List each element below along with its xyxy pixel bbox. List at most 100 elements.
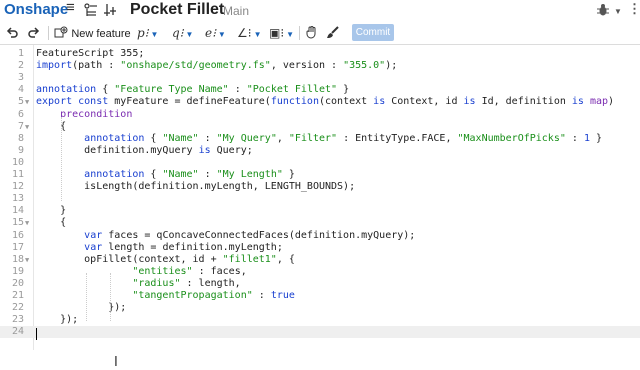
code-token: FeatureScript 355; (36, 48, 145, 59)
code-token: annotation (36, 84, 97, 96)
onshape-logo[interactable]: Onshape (4, 1, 68, 18)
code-token: "My Query" (216, 132, 277, 144)
insert-query-dropdown[interactable]: q⁝ ▼ (172, 26, 193, 42)
code-text: definition.myQuery is Query; (36, 145, 253, 157)
code-line[interactable]: 23 }); (0, 314, 640, 326)
text-cursor (36, 328, 37, 340)
code-line[interactable]: 2 import(path : "onshape/std/geometry.fs"… (0, 60, 640, 72)
chevron-down-icon[interactable]: ▼ (614, 7, 622, 16)
line-number: 1 (17, 48, 24, 59)
code-token: } (337, 84, 350, 96)
code-editor[interactable]: 1 FeatureScript 355; 2 import(path : "onsha… (0, 45, 640, 370)
code-line[interactable]: 18 ▼ opFillet(context, id + "fillet1", { (0, 254, 640, 266)
ibeam-cursor-icon: I (114, 355, 118, 370)
brush-icon[interactable] (326, 26, 339, 42)
code-line[interactable]: 19 "entities" : faces, (0, 266, 640, 278)
insert-evaluate-dropdown[interactable]: e⁝ ▼ (205, 26, 226, 42)
toolbar-divider (299, 26, 300, 40)
code-token: { (144, 169, 163, 180)
line-number: 13 (11, 193, 24, 205)
redo-icon[interactable] (28, 26, 40, 41)
code-text: annotation { "Name" : "My Query", "Filte… (36, 133, 602, 145)
code-line[interactable]: 17 var length = definition.myLength; (0, 242, 640, 254)
fold-arrow-icon[interactable]: ▼ (25, 121, 29, 133)
branch-label[interactable]: Main (223, 4, 249, 18)
code-token: "My Length" (216, 169, 283, 180)
code-token: , (276, 132, 289, 144)
more-vertical-icon[interactable]: ⋮ (628, 1, 640, 17)
code-token: : (565, 132, 584, 144)
code-line[interactable]: 22 }); (0, 302, 640, 314)
code-line[interactable]: 16 var faces = qConcaveConnectedFaces(de… (0, 230, 640, 242)
insert-operation-dropdown[interactable]: ▣⁝ ▼ (269, 26, 294, 42)
code-token: length = definition.myLength; (102, 241, 283, 253)
line-number: 24 (11, 326, 24, 338)
chevron-down-icon: ▼ (286, 30, 295, 39)
code-line[interactable]: 21 "tangentPropagation" : true (0, 290, 640, 302)
code-token: : (198, 132, 217, 144)
code-line[interactable]: 5 ▼ export const myFeature = defineFeature… (0, 96, 640, 108)
code-token: Id, definition (475, 96, 572, 108)
code-line[interactable]: 4 annotation { "Feature Type Name" : "Poc… (0, 84, 640, 96)
document-title[interactable]: Pocket Fillet (130, 1, 224, 19)
code-text: annotation { "Feature Type Name" : "Pock… (36, 84, 349, 96)
code-line[interactable]: 8 annotation { "Name" : "My Query", "Fil… (0, 133, 640, 145)
hand-select-icon[interactable] (306, 26, 318, 42)
code-token: "Pocket Fillet" (246, 84, 338, 96)
code-text: opFillet(context, id + "fillet1", { (36, 254, 295, 266)
code-token: : faces, (192, 265, 247, 277)
insert-parameter-dropdown[interactable]: p⁝ ▼ (137, 26, 158, 42)
fold-arrow-icon[interactable]: ▼ (25, 254, 29, 266)
code-token: { (96, 84, 115, 96)
new-feature-button[interactable]: New feature (54, 26, 131, 41)
code-line[interactable]: 6 precondition (0, 109, 640, 121)
code-token: "radius" (132, 277, 181, 289)
code-text: "entities" : faces, (36, 265, 247, 278)
code-line[interactable]: 14 } (0, 205, 640, 217)
indent-guide (61, 117, 63, 201)
line-number: 19 (11, 265, 24, 277)
code-line[interactable]: 13 (0, 193, 640, 205)
code-line[interactable]: 9 definition.myQuery is Query; (0, 145, 640, 157)
line-number: 23 (11, 314, 24, 326)
line-number: 7 (17, 120, 24, 132)
code-line[interactable]: 12 isLength(definition.myLength, LENGTH_… (0, 181, 640, 193)
chevron-down-icon: ▼ (253, 30, 262, 39)
code-text: annotation { "Name" : "My Length" } (36, 169, 295, 181)
line-number: 17 (11, 241, 24, 253)
code-token: "entities" (132, 265, 193, 277)
parameter-icon: p⁝ (137, 26, 149, 40)
code-line[interactable]: 10 (0, 157, 640, 169)
bug-icon[interactable] (596, 3, 610, 20)
undo-icon[interactable] (6, 26, 18, 41)
code-line[interactable]: 20 "radius" : length, (0, 278, 640, 290)
insert-sketch-dropdown[interactable]: ∠⁝ ▼ (237, 26, 262, 42)
insert-icon[interactable] (104, 3, 118, 20)
fold-arrow-icon[interactable]: ▼ (25, 96, 29, 108)
code-token: "onshape/std/geometry.fs" (120, 60, 271, 72)
toolbar: New feature p⁝ ▼ q⁝ ▼ e⁝ ▼ ∠⁝ ▼ ▣⁝ ▼ Commit (0, 22, 640, 45)
indent-guide (110, 273, 112, 321)
code-token: is (463, 96, 476, 108)
fold-arrow-icon[interactable]: ▼ (25, 217, 29, 229)
code-token: myFeature = defineFeature( (108, 96, 271, 108)
code-token: }); (36, 314, 79, 326)
code-line[interactable]: 7 ▼ { (0, 121, 640, 133)
code-line[interactable]: 3 (0, 72, 640, 84)
code-token: "Feature Type Name" (114, 84, 229, 96)
code-line[interactable]: 15 ▼ { (0, 217, 640, 229)
feature-list-icon[interactable] (84, 3, 98, 20)
code-line[interactable]: 11 annotation { "Name" : "My Length" } (0, 169, 640, 181)
toolbar-divider (48, 26, 49, 40)
commit-button[interactable]: Commit (352, 24, 394, 41)
code-line[interactable]: 24 (0, 326, 640, 339)
line-number: 4 (17, 84, 24, 96)
menu-icon[interactable]: ≡ (66, 0, 75, 15)
code-token: export const (36, 96, 109, 108)
code-line[interactable]: 1 FeatureScript 355; (0, 48, 640, 60)
line-number: 9 (17, 144, 24, 156)
code-token: } (589, 132, 603, 144)
code-token: : EntityType.FACE, (337, 132, 458, 144)
